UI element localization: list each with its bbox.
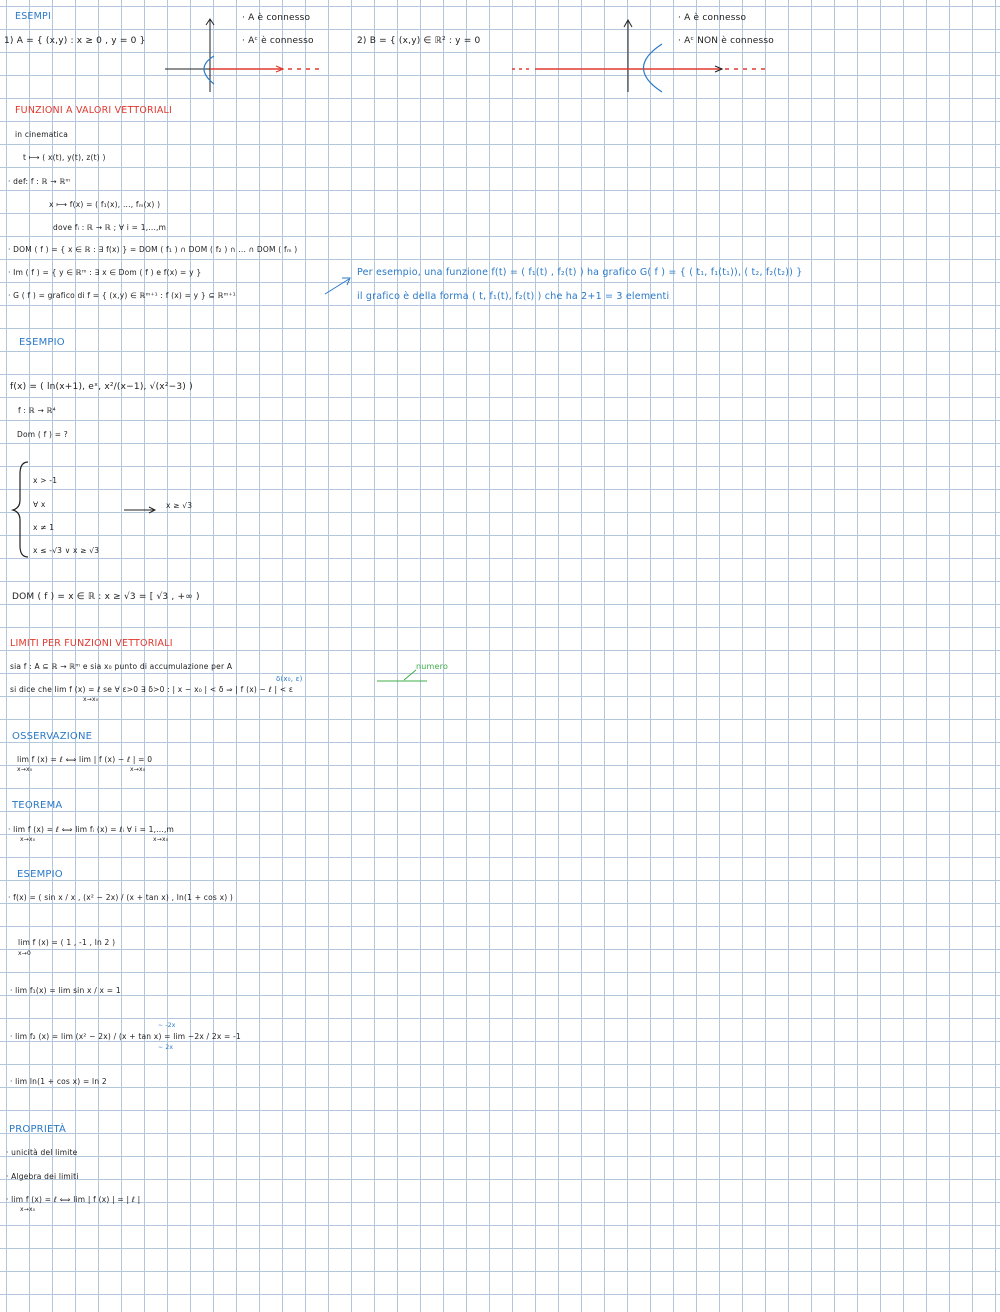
example-2-definition: 2) B = { (x,y) ∈ ℝ² : y = 0	[357, 36, 481, 46]
examples-heading: ESEMPI	[15, 11, 51, 22]
theorem-subscript-1: x→x₀	[20, 836, 36, 843]
function-map: f : ℝ → ℝ⁴	[18, 406, 56, 415]
domain-result: DOM ( f ) = x ∈ ℝ : x ≥ √3 = [ √3 , +∞ )	[12, 592, 200, 602]
delta-annotation: δ(x₀, ε)	[276, 675, 303, 683]
graph-line: · G ( f ) = grafico di f = { (x,y) ∈ ℝᵐ⁺…	[8, 291, 236, 300]
component-line: dove fᵢ : ℝ → ℝ ; ∀ i = 1,...,m	[53, 223, 167, 232]
limit-definition: si dice che lim f (x) = ℓ se ∀ ε>0 ∃ δ>0…	[10, 685, 294, 694]
example-1-note-complement: · Aᶜ è connesso	[242, 36, 314, 46]
asymptotic-annotation-bottom: ∼ 2x	[158, 1044, 174, 1051]
observation-subscript-2: x→x₀	[130, 766, 146, 773]
component-limit-1: · lim f₁(x) = lim sin x / x = 1	[10, 986, 121, 995]
example-2-note-complement: · Aᶜ NON è connesso	[678, 36, 774, 46]
observation-heading: OSSERVAZIONE	[12, 731, 93, 742]
vector-limit-subscript: x→0	[18, 950, 31, 957]
mapping-line: x ⟼ f(x) = ( f₁(x), ..., fₘ(x) )	[49, 200, 161, 209]
theorem-heading: TEOREMA	[12, 800, 63, 811]
example-1-definition: 1) A = { (x,y) : x ≥ 0 , y = 0 }	[4, 36, 146, 46]
kinematics-line: in cinematica	[15, 130, 69, 139]
numero-annotation: numero	[416, 662, 449, 671]
vector-function: · f(x) = ( sin x / x , (x² − 2x) / (x + …	[8, 893, 234, 902]
graph-form-note: il grafico è della forma ( t, f₁(t), f₂(…	[357, 291, 670, 302]
theorem-subscript-2: x→x₀	[153, 836, 169, 843]
limit-hypothesis: sia f : A ⊆ ℝ → ℝᵐ e sia x₀ punto di acc…	[10, 662, 233, 671]
vector-functions-heading: FUNZIONI A VALORI VETTORIALI	[15, 105, 173, 116]
condition-3: x ≠ 1	[33, 523, 55, 532]
example-2-heading: ESEMPIO	[17, 869, 63, 880]
theorem-line: · lim f (x) = ℓ ⟺ lim fᵢ (x) = ℓᵢ ∀ i = …	[8, 825, 175, 834]
observation-subscript-1: x→x₀	[17, 766, 33, 773]
property-uniqueness: · unicità del limite	[6, 1148, 78, 1157]
example-1-note-connected: · A è connesso	[242, 13, 311, 23]
component-limit-2: · lim f₂ (x) = lim (x² − 2x) / (x + tan …	[10, 1032, 242, 1041]
vector-limit: lim f (x) = ( 1 , -1 , ln 2 )	[18, 938, 116, 947]
condition-result: x ≥ √3	[166, 501, 193, 510]
asymptotic-annotation-top: ∼ -2x	[158, 1022, 176, 1029]
observation-line: lim f (x) = ℓ ⟺ lim | f (x) − ℓ | = 0	[17, 755, 153, 764]
sketch-overlay	[10, 18, 765, 682]
condition-4: x ≤ -√3 ∨ x ≥ √3	[33, 546, 100, 555]
definition-line: · def: f : ℝ → ℝᵐ	[8, 177, 71, 186]
property-algebra: · Algebra dei limiti	[6, 1172, 79, 1181]
domain-question: Dom ( f ) = ?	[17, 430, 68, 439]
property-subscript: x→x₀	[20, 1206, 36, 1213]
example-heading: ESEMPIO	[19, 337, 65, 348]
properties-heading: PROPRIETÀ	[9, 1124, 67, 1135]
trajectory-line: t ⟼ ( x(t), y(t), z(t) )	[23, 153, 106, 162]
example-2-note-connected: · A è connesso	[678, 13, 747, 23]
limits-heading: LIMITI PER FUNZIONI VETTORIALI	[10, 638, 173, 649]
function-definition: f(x) = ( ln(x+1), eˣ, x²/(x−1), √(x²−3) …	[10, 382, 193, 392]
limit-subscript: x→x₀	[83, 696, 99, 703]
graph-example-note: Per esempio, una funzione f(t) = ( f₁(t)…	[357, 267, 803, 278]
condition-2: ∀ x	[33, 500, 46, 509]
condition-1: x > -1	[33, 476, 58, 485]
component-limit-3: · lim ln(1 + cos x) = ln 2	[10, 1077, 107, 1086]
image-line: · Im ( f ) = { y ∈ ℝᵐ : ∃ x ∈ Dom ( f ) …	[8, 268, 202, 277]
property-absolute: · lim f (x) = ℓ ⟺ lim | f (x) | = | ℓ |	[6, 1195, 141, 1204]
domain-line: · DOM ( f ) = { x ∈ ℝ : ∃ f(x) } = DOM (…	[8, 245, 298, 254]
